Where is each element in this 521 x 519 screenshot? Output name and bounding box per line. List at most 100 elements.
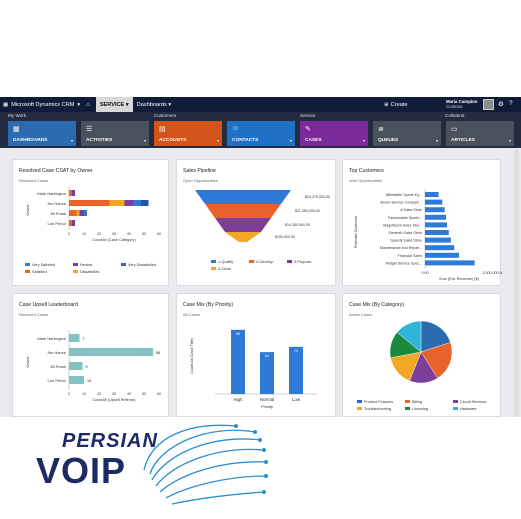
home-icon[interactable]: ⌂ xyxy=(86,102,90,108)
x-tick-label: 10 xyxy=(82,392,86,396)
legend-label: Billing xyxy=(412,400,422,404)
legend-label: Circuit Services xyxy=(460,400,486,404)
chart-card[interactable]: Resolved Case CSAT by Owner Resolved Case… xyxy=(12,159,169,286)
category-label: Normal xyxy=(260,397,274,402)
chart-card[interactable]: Top Customers Won Opportunities Affordable… xyxy=(342,159,502,286)
bar-segment xyxy=(69,190,72,196)
gear-icon[interactable]: ⚙ xyxy=(498,100,504,108)
legend-swatch xyxy=(357,400,362,403)
tile-label: DASHBOARDS xyxy=(13,138,48,143)
category-label: High xyxy=(233,397,243,402)
x-tick-label: 0.00 xyxy=(422,271,429,275)
queues-icon: ≣ xyxy=(378,126,384,133)
tile-activities[interactable]: ☰ ACTIVITIES ▾ xyxy=(81,121,149,146)
bar xyxy=(69,334,80,342)
bar-segment xyxy=(124,200,134,206)
bar xyxy=(425,199,443,205)
bar xyxy=(260,352,274,394)
data-label: 56 xyxy=(156,351,160,355)
nav-service-label: SERVICE xyxy=(99,101,125,108)
articles-icon: ▭ xyxy=(451,126,458,133)
chevron-down-icon[interactable]: ▾ xyxy=(363,138,365,143)
tile-contacts[interactable]: ☺ CONTACTS ▾ xyxy=(227,121,295,146)
funnel-segment xyxy=(225,232,261,242)
x-tick-label: 20 xyxy=(97,232,101,236)
category-label: Low xyxy=(292,397,301,402)
category-label: Widget Service Spec... xyxy=(386,261,422,265)
legend-swatch xyxy=(405,400,410,403)
x-tick-label: 0 xyxy=(68,392,70,396)
chevron-down-icon[interactable]: ▾ xyxy=(217,138,219,143)
x-tick-label: 30 xyxy=(112,232,116,236)
create-button[interactable]: ⊕ Create xyxy=(384,102,407,108)
avatar[interactable] xyxy=(483,99,494,110)
chevron-down-icon[interactable]: ▾ xyxy=(71,138,73,143)
tile-articles[interactable]: ▭ ARTICLES ▾ xyxy=(446,121,514,146)
plus-icon: ⊕ xyxy=(384,101,389,108)
category-label: Magnificent Sales Stor... xyxy=(383,223,422,227)
tile-label: ACTIVITIES xyxy=(86,138,113,143)
chevron-down-icon[interactable]: ▾ xyxy=(509,138,511,143)
user-info[interactable]: Maria Campion Contoso xyxy=(446,99,477,109)
brand[interactable]: ▦ Microsoft Dynamics CRM ▾ xyxy=(0,102,80,108)
persian-voip-logo: PERSIAN VOIP xyxy=(36,424,280,514)
category-label: A Sales Store xyxy=(400,208,422,212)
legend-label: Troubleshooting xyxy=(364,407,391,411)
contacts-icon: ☺ xyxy=(232,125,240,132)
create-label: Create xyxy=(390,101,408,108)
x-tick-label: 50 xyxy=(142,232,146,236)
chart-svg: Affordable Sports Eq... Brown Service Com… xyxy=(354,189,502,281)
ribbon-group-label: Service xyxy=(300,113,316,118)
bar-segment xyxy=(84,210,87,216)
x-tick-label: 20 xyxy=(97,392,101,396)
logo-text-voip: VOIP xyxy=(36,450,127,491)
chart-card[interactable]: Sales Pipeline Open Opportunities $24,270,… xyxy=(176,159,336,286)
scrollbar[interactable] xyxy=(514,149,519,417)
activities-icon: ☰ xyxy=(86,126,93,133)
ribbon-group-label: Collateral xyxy=(445,113,465,118)
category-label: Jill Frank xyxy=(50,211,66,216)
chevron-down-icon: ▾ xyxy=(77,101,81,108)
bar xyxy=(425,192,439,197)
ribbon-group-label: My Work xyxy=(8,113,27,118)
x-tick-label: 60 xyxy=(157,232,161,236)
chart-card[interactable]: Case Upsell Leaderboard Resolved Cases Mar… xyxy=(12,293,169,417)
tile-queues[interactable]: ≣ QUEUES ▾ xyxy=(373,121,441,146)
bar xyxy=(425,207,445,213)
x-tick-label: 0 xyxy=(68,232,70,236)
bar-segment xyxy=(76,210,80,216)
bar-segment xyxy=(109,200,125,206)
chevron-down-icon[interactable]: ▾ xyxy=(144,138,146,143)
legend-swatch xyxy=(453,407,458,410)
chart-svg: 98 High 64 Normal 72 Low Priority Count:All (Ca… xyxy=(190,329,317,409)
nav-service[interactable]: SERVICE ▾ xyxy=(95,97,133,112)
tile-accounts[interactable]: ▤ ACCOUNTS ▾ xyxy=(154,121,222,146)
legend-swatch xyxy=(73,263,78,266)
chevron-down-icon[interactable]: ▾ xyxy=(290,138,292,143)
data-label: $14,350,000.00 xyxy=(285,223,310,227)
crm-window: ▦ Microsoft Dynamics CRM ▾ ⌂ SERVICE ▾ D… xyxy=(0,97,521,417)
chart-card[interactable]: Case Mix (By Priority) All Cases 98 High 64 N… xyxy=(176,293,336,417)
tile-label: ARTICLES xyxy=(451,138,475,143)
legend-swatch xyxy=(211,267,216,270)
bar xyxy=(425,237,451,243)
legend-label: Very Dissatisfied xyxy=(128,263,156,267)
data-label: $11,350,000.00 xyxy=(295,209,320,213)
tile-dashboards[interactable]: ▦ DASHBOARDS ▾ xyxy=(8,121,76,146)
bar xyxy=(425,245,455,251)
grid-icon: ▦ xyxy=(3,101,9,108)
chevron-down-icon[interactable]: ▾ xyxy=(436,138,438,143)
bar-segment xyxy=(72,190,75,196)
category-label: Affordable Sports Eq... xyxy=(386,193,422,197)
chart-card[interactable]: Case Mix (By Category) Active Cases Produc… xyxy=(342,293,501,417)
category-label: Fashionable Sports... xyxy=(388,216,422,220)
nav-dashboards[interactable]: Dashboards ▾ xyxy=(137,102,172,108)
ribbon-group-label: Customers xyxy=(154,113,177,118)
bar-segment xyxy=(69,200,110,206)
data-label: $100,000.00 xyxy=(275,235,295,239)
bar-segment xyxy=(141,200,149,206)
help-icon[interactable]: ? xyxy=(509,100,513,107)
tile-label: QUEUES xyxy=(378,138,399,143)
tile-cases[interactable]: ✎ CASES ▾ xyxy=(300,121,368,146)
bar xyxy=(425,222,448,228)
